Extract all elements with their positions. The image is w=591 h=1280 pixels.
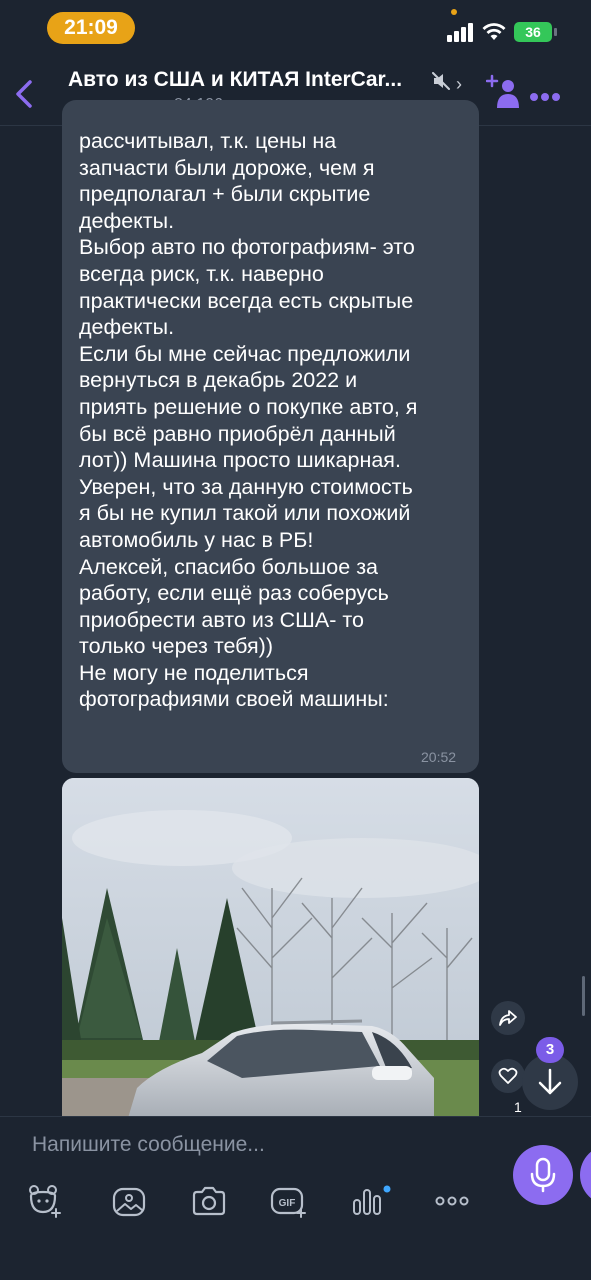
camera-icon[interactable] — [191, 1184, 227, 1218]
status-bar: 21:09 36 — [0, 0, 591, 58]
chevron-left-icon[interactable] — [10, 76, 40, 112]
message-input[interactable]: Напишите сообщение... — [32, 1133, 265, 1157]
message-text: рассчитывал, т.к. цены на запчасти были … — [79, 129, 418, 712]
signal-icon — [447, 22, 475, 42]
message-time: 20:52 — [421, 749, 457, 765]
photo-scene — [62, 778, 479, 1138]
status-time: 21:09 — [47, 12, 135, 44]
add-user-icon[interactable] — [486, 74, 522, 110]
battery-indicator: 36 — [514, 22, 552, 42]
like-count: 1 — [514, 1099, 522, 1115]
gallery-icon[interactable] — [111, 1184, 147, 1218]
unread-badge: 3 — [536, 1037, 564, 1063]
more-dots-icon[interactable] — [530, 88, 563, 106]
chevron-right-icon: › — [456, 74, 462, 94]
sticker-icon[interactable] — [27, 1184, 63, 1218]
heart-icon[interactable] — [491, 1059, 525, 1093]
more-horizontal-icon[interactable] — [434, 1184, 470, 1218]
share-icon[interactable] — [491, 1001, 525, 1035]
gif-icon[interactable]: GIF — [270, 1184, 308, 1218]
audio-icon[interactable] — [352, 1184, 392, 1218]
wifi-icon — [482, 23, 506, 40]
chat-title[interactable]: Авто из США и КИТАЯ InterCar... — [68, 68, 428, 92]
speaker-muted-icon — [432, 72, 450, 90]
car-photo[interactable] — [62, 778, 479, 1138]
privacy-indicator — [451, 9, 457, 15]
battery-tip — [554, 28, 557, 36]
scrollbar[interactable] — [582, 976, 585, 1016]
svg-text:GIF: GIF — [279, 1198, 296, 1209]
microphone-icon[interactable] — [513, 1145, 573, 1205]
